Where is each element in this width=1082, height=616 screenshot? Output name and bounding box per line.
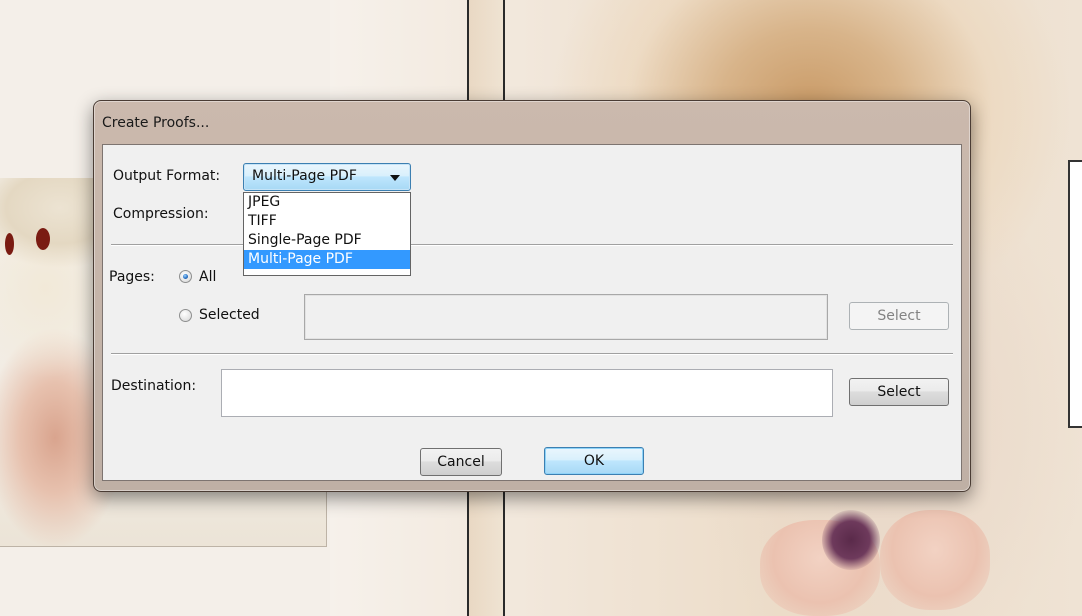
destination-field[interactable] (221, 369, 833, 417)
hat-decoration (36, 228, 50, 250)
dropdown-option-jpeg[interactable]: JPEG (244, 193, 410, 212)
dialog-title: Create Proofs... (102, 115, 210, 131)
destination-label: Destination: (111, 378, 197, 394)
cancel-button[interactable]: Cancel (420, 448, 502, 476)
dialog-body: Output Format: Multi-Page PDF JPEG TIFF … (102, 144, 962, 481)
output-format-selected-value: Multi-Page PDF (252, 168, 357, 184)
output-format-dropdown-list: JPEG TIFF Single-Page PDF Multi-Page PDF (243, 192, 411, 276)
pages-selected-radio[interactable] (179, 309, 192, 322)
pages-all-label[interactable]: All (199, 269, 216, 285)
pages-selected-label[interactable]: Selected (199, 307, 260, 323)
output-format-label: Output Format: (113, 168, 221, 184)
hand-image (880, 510, 990, 610)
dropdown-option-multi-page-pdf[interactable]: Multi-Page PDF (244, 250, 410, 269)
compression-label: Compression: (113, 206, 209, 222)
pages-label: Pages: (109, 269, 155, 285)
output-format-select[interactable]: Multi-Page PDF (243, 163, 411, 191)
ok-button[interactable]: OK (544, 447, 644, 475)
hat-decoration (5, 233, 14, 255)
dropdown-option-tiff[interactable]: TIFF (244, 212, 410, 231)
page-frame (1068, 160, 1082, 428)
chevron-down-icon (390, 175, 400, 181)
pages-select-button[interactable]: Select (849, 302, 949, 330)
dropdown-option-single-page-pdf[interactable]: Single-Page PDF (244, 231, 410, 250)
selected-pages-field[interactable] (304, 294, 828, 340)
pages-all-radio[interactable] (179, 270, 192, 283)
separator (111, 244, 953, 246)
separator (111, 353, 953, 355)
create-proofs-dialog: Create Proofs... Output Format: Multi-Pa… (93, 100, 971, 492)
flower-image (822, 510, 880, 570)
destination-select-button[interactable]: Select (849, 378, 949, 406)
